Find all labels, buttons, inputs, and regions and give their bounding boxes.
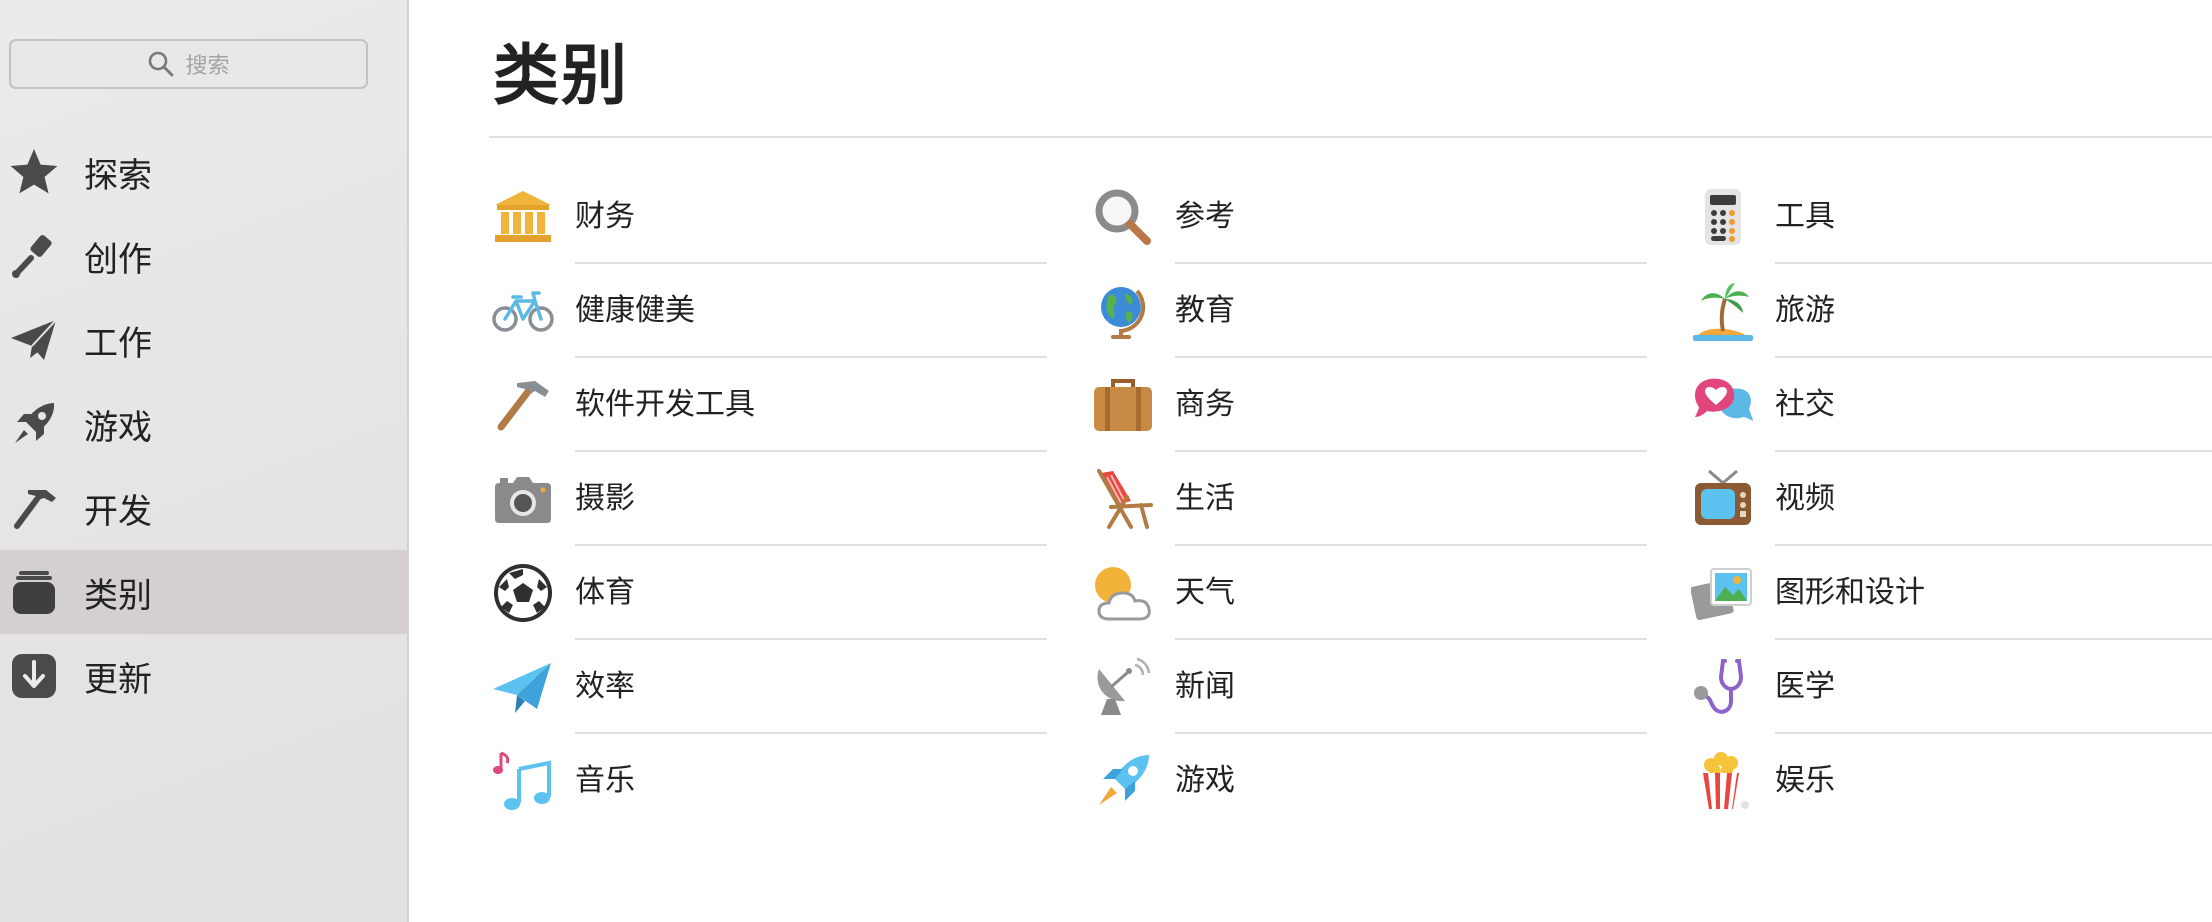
category-label: 财务 <box>575 199 635 234</box>
sidebar-item-label: 游戏 <box>84 407 152 448</box>
category-label: 参考 <box>1175 199 1235 234</box>
category-photography[interactable]: 摄影 <box>491 452 1047 546</box>
calculator-icon <box>1691 185 1755 249</box>
sidebar-item-label: 类别 <box>84 575 152 616</box>
category-label: 生活 <box>1175 481 1235 516</box>
hammer-icon <box>8 482 60 534</box>
page-title: 类别 <box>493 37 629 114</box>
category-productivity[interactable]: 效率 <box>491 640 1047 734</box>
bank-icon <box>491 185 555 249</box>
category-entertainment[interactable]: 娱乐 <box>1691 734 2212 828</box>
category-label: 摄影 <box>575 481 635 516</box>
popcorn-icon <box>1691 749 1755 813</box>
music-notes-icon <box>491 749 555 813</box>
category-label: 游戏 <box>1175 763 1235 798</box>
search-icon <box>149 51 174 77</box>
download-icon <box>8 650 60 702</box>
category-utilities[interactable]: 工具 <box>1691 170 2212 264</box>
rocket-icon <box>8 398 60 450</box>
sidebar-item-label: 更新 <box>84 659 152 700</box>
category-weather[interactable]: 天气 <box>1091 546 1647 640</box>
stethoscope-icon <box>1691 655 1755 719</box>
paper-plane-icon <box>8 314 60 366</box>
rocket-icon <box>1091 749 1155 813</box>
search-field[interactable]: 搜索 <box>9 39 368 89</box>
category-graphics-design[interactable]: 图形和设计 <box>1691 546 2212 640</box>
sidebar-item-develop[interactable]: 开发 <box>0 466 407 550</box>
soccer-ball-icon <box>491 561 555 625</box>
sidebar-item-label: 工作 <box>84 323 152 364</box>
sidebar-item-categories[interactable]: 类别 <box>0 550 407 634</box>
category-label: 视频 <box>1775 481 1835 516</box>
category-lifestyle[interactable]: 生活 <box>1091 452 1647 546</box>
search-placeholder: 搜索 <box>185 54 230 79</box>
paper-plane-icon <box>491 655 555 719</box>
bicycle-icon <box>491 279 555 343</box>
sidebar-item-label: 探索 <box>84 155 152 196</box>
category-label: 医学 <box>1775 669 1835 704</box>
globe-icon <box>1091 279 1155 343</box>
category-developer-tools[interactable]: 软件开发工具 <box>491 358 1047 452</box>
sun-cloud-icon <box>1091 561 1155 625</box>
sidebar: 搜索 探索 创作 工作 游戏 开发 类别 更新 <box>0 0 409 922</box>
sidebar-item-games[interactable]: 游戏 <box>0 382 407 466</box>
category-label: 效率 <box>575 669 635 704</box>
category-games[interactable]: 游戏 <box>1091 734 1647 828</box>
category-reference[interactable]: 参考 <box>1091 170 1647 264</box>
category-music[interactable]: 音乐 <box>491 734 1047 828</box>
paintbrush-icon <box>8 230 60 282</box>
chat-bubbles-icon <box>1691 373 1755 437</box>
category-label: 新闻 <box>1175 669 1235 704</box>
sidebar-item-label: 开发 <box>84 491 152 532</box>
category-video[interactable]: 视频 <box>1691 452 2212 546</box>
category-education[interactable]: 教育 <box>1091 264 1647 358</box>
category-label: 软件开发工具 <box>575 387 755 422</box>
category-label: 体育 <box>575 575 635 610</box>
category-label: 工具 <box>1775 199 1835 234</box>
category-label: 教育 <box>1175 293 1235 328</box>
category-news[interactable]: 新闻 <box>1091 640 1647 734</box>
sidebar-item-work[interactable]: 工作 <box>0 298 407 382</box>
stack-icon <box>8 566 60 618</box>
television-icon <box>1691 467 1755 531</box>
hammer-icon <box>491 373 555 437</box>
category-social[interactable]: 社交 <box>1691 358 2212 452</box>
beach-chair-icon <box>1091 467 1155 531</box>
title-divider <box>489 136 2212 138</box>
palm-tree-icon <box>1691 279 1755 343</box>
sidebar-item-create[interactable]: 创作 <box>0 214 407 298</box>
sidebar-item-explore[interactable]: 探索 <box>0 130 407 214</box>
category-label: 图形和设计 <box>1775 575 1925 610</box>
magnifier-icon <box>1091 185 1155 249</box>
category-label: 社交 <box>1775 387 1835 422</box>
category-travel[interactable]: 旅游 <box>1691 264 2212 358</box>
category-label: 天气 <box>1175 575 1235 610</box>
photos-icon <box>1691 561 1755 625</box>
category-label: 商务 <box>1175 387 1235 422</box>
satellite-dish-icon <box>1091 655 1155 719</box>
category-finance[interactable]: 财务 <box>491 170 1047 264</box>
category-label: 旅游 <box>1775 293 1835 328</box>
sidebar-item-label: 创作 <box>84 239 152 280</box>
camera-icon <box>491 467 555 531</box>
category-health-fitness[interactable]: 健康健美 <box>491 264 1047 358</box>
category-medical[interactable]: 医学 <box>1691 640 2212 734</box>
category-label: 娱乐 <box>1775 763 1835 798</box>
category-label: 健康健美 <box>575 293 695 328</box>
sidebar-item-updates[interactable]: 更新 <box>0 634 407 718</box>
category-business[interactable]: 商务 <box>1091 358 1647 452</box>
category-label: 音乐 <box>575 763 635 798</box>
star-icon <box>8 146 60 198</box>
briefcase-icon <box>1091 373 1155 437</box>
category-sports[interactable]: 体育 <box>491 546 1047 640</box>
